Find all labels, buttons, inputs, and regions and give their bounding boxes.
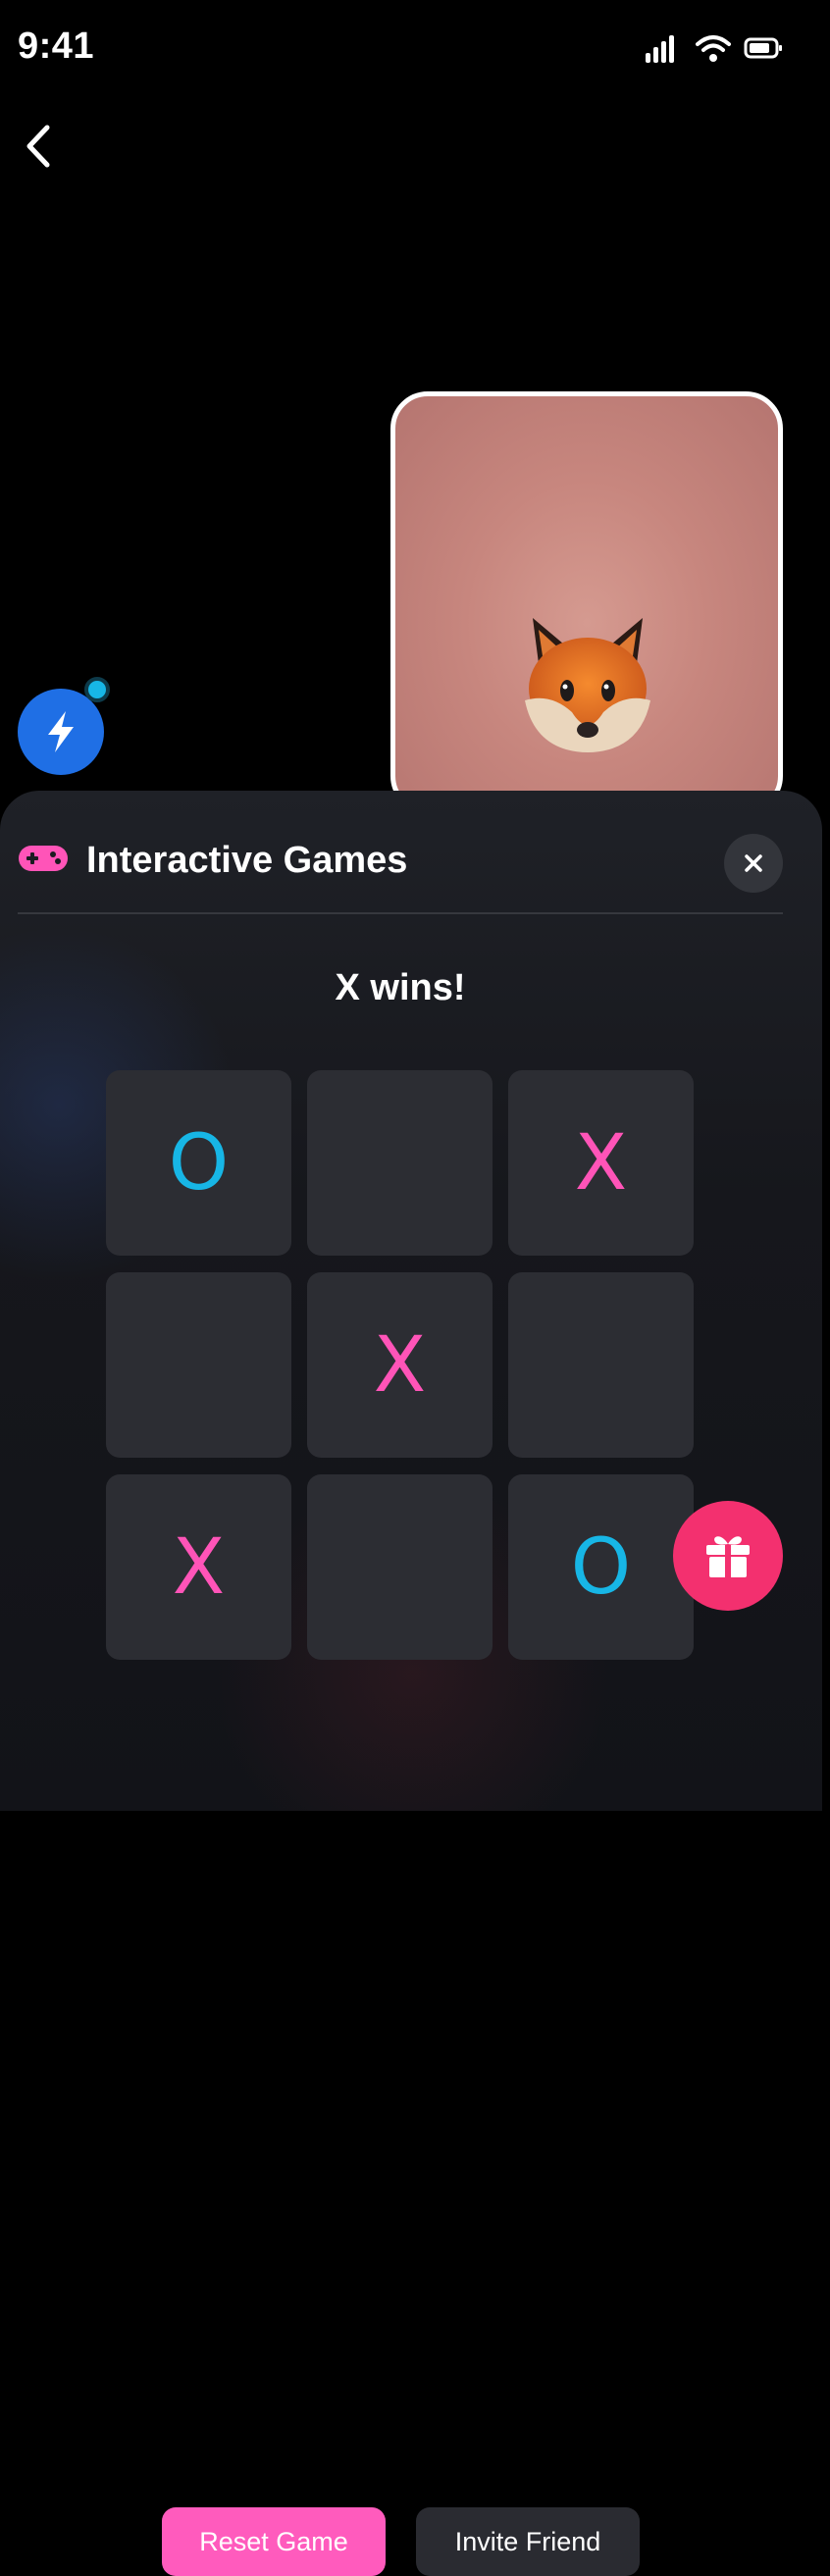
status-icons — [646, 33, 783, 63]
battery-icon — [744, 37, 782, 59]
status-bar: 9:41 — [0, 0, 830, 98]
board-cell-x[interactable]: X — [106, 1474, 291, 1660]
fox-emoji — [525, 618, 650, 752]
reset-game-button[interactable]: Reset Game — [162, 2507, 386, 2576]
panel-header: Interactive Games — [18, 824, 783, 895]
gamepad-icon — [19, 846, 68, 871]
panel-title: Interactive Games — [86, 840, 408, 881]
wifi-icon — [696, 35, 731, 62]
chevron-left-icon — [26, 125, 50, 168]
board-cell-empty[interactable] — [106, 1272, 291, 1458]
online-indicator — [84, 677, 110, 702]
board-cell-empty[interactable] — [508, 1272, 694, 1458]
board-cell-o[interactable]: O — [106, 1070, 291, 1256]
board-cell-empty[interactable] — [307, 1070, 493, 1256]
self-view-video[interactable] — [390, 391, 783, 813]
close-button[interactable] — [724, 834, 783, 893]
divider — [18, 912, 783, 914]
back-button[interactable] — [14, 120, 63, 173]
gift-icon — [706, 1536, 750, 1577]
status-time: 9:41 — [18, 26, 95, 67]
board-cell-empty[interactable] — [307, 1474, 493, 1660]
board-cell-o[interactable]: O — [508, 1474, 694, 1660]
signal-icon — [646, 35, 674, 63]
invite-friend-button[interactable]: Invite Friend — [416, 2507, 640, 2576]
close-icon — [745, 854, 762, 872]
tic-tac-toe-board: O X X X O — [106, 1070, 694, 1660]
board-cell-x[interactable]: X — [508, 1070, 694, 1256]
lightning-icon — [48, 711, 74, 752]
games-panel: Interactive Games X wins! O X X X O Rese… — [0, 791, 822, 2576]
board-cell-x[interactable]: X — [307, 1272, 493, 1458]
quick-action-button[interactable] — [18, 689, 104, 775]
game-status: X wins! — [335, 967, 466, 1008]
gift-button[interactable] — [673, 1501, 783, 1611]
